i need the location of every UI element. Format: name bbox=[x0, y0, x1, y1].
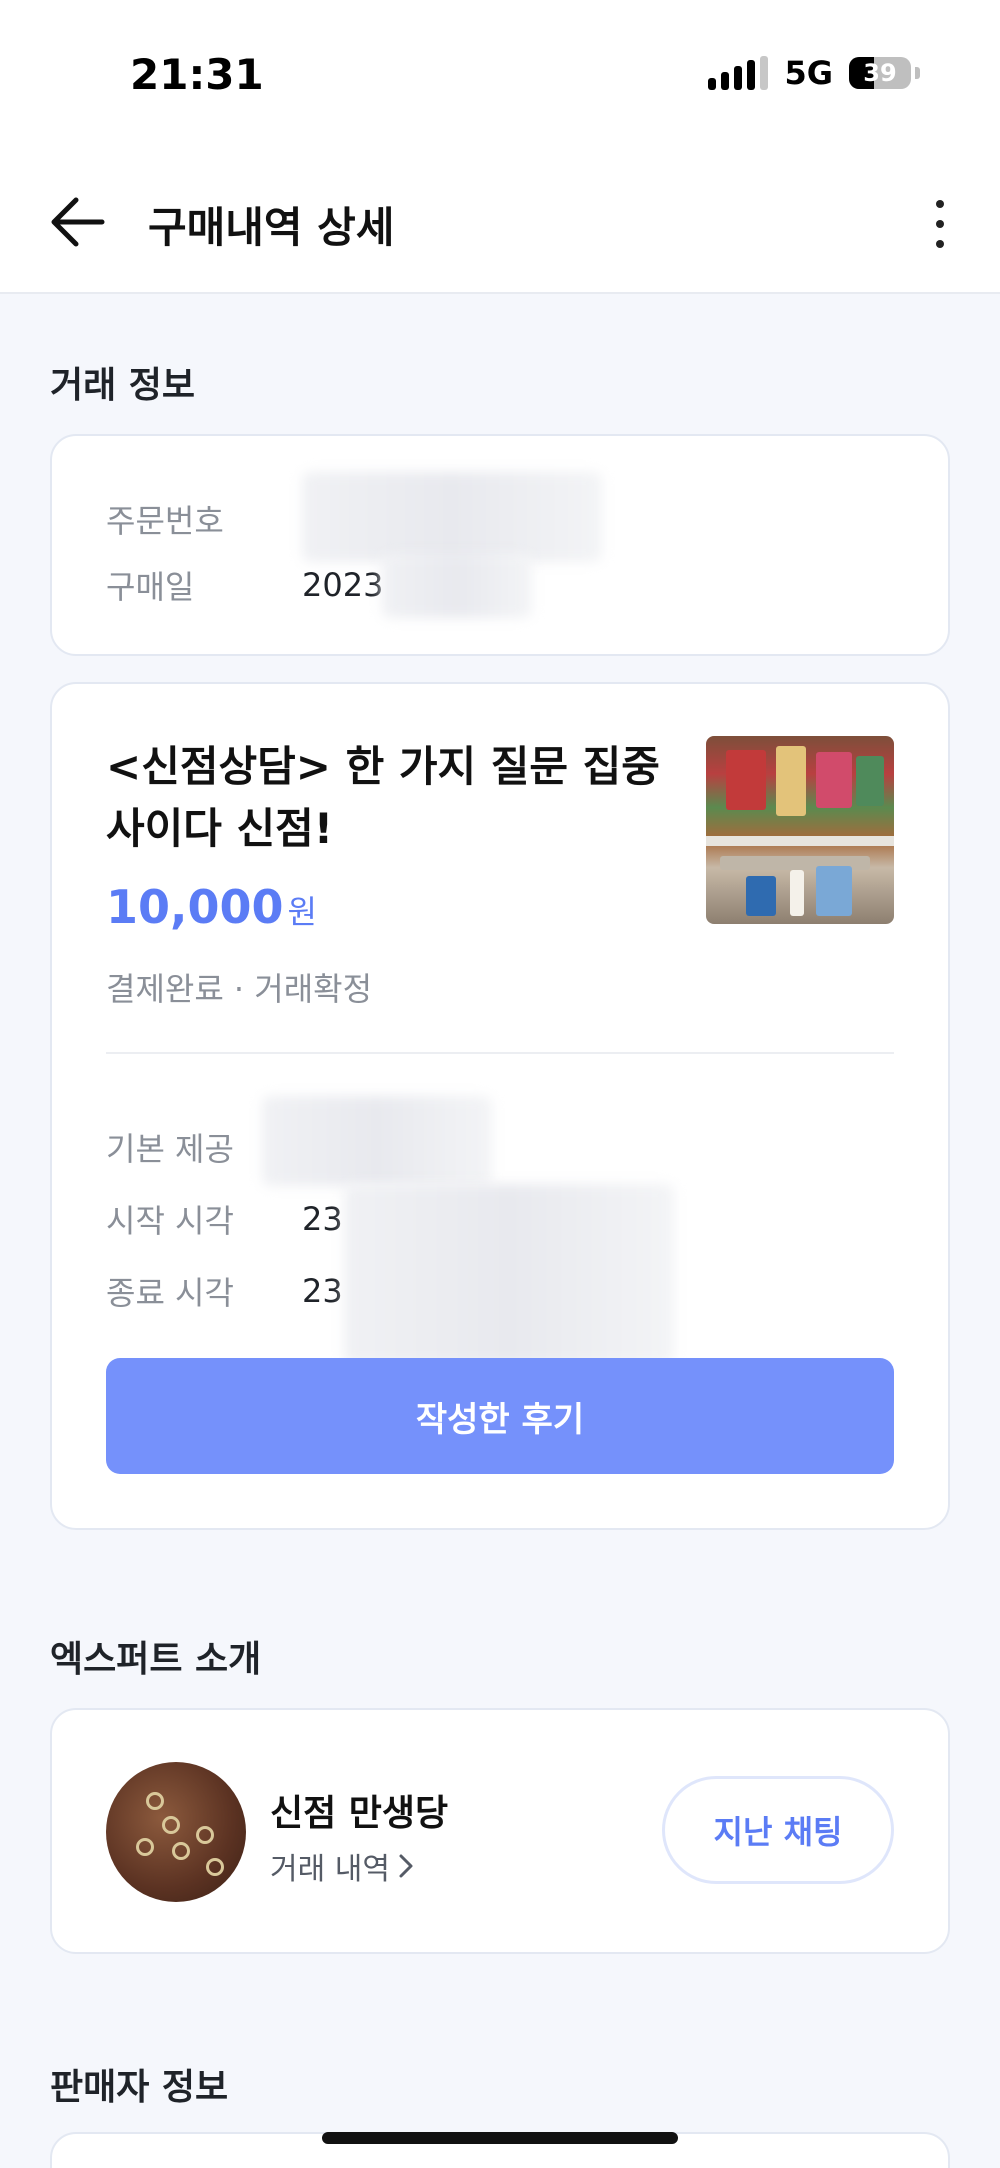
order-number-label: 주문번호 bbox=[106, 502, 224, 540]
network-type: 5G bbox=[784, 54, 833, 92]
start-time-value: 23 bbox=[302, 1200, 343, 1238]
product-title: <신점상담> 한 가지 질문 집중 사이다 신점! bbox=[106, 742, 660, 853]
expert-avatar[interactable] bbox=[106, 1762, 246, 1902]
purchase-date-value: 2023 bbox=[302, 566, 384, 604]
product-thumbnail[interactable] bbox=[706, 736, 894, 924]
basic-provision-redacted bbox=[262, 1096, 492, 1186]
order-number-redacted bbox=[302, 472, 602, 562]
transaction-info-card: 주문번호 구매일 2023 bbox=[50, 434, 950, 656]
back-arrow-icon[interactable] bbox=[46, 194, 108, 250]
app-header: 구매내역 상세 bbox=[0, 150, 1000, 294]
battery-tip bbox=[915, 67, 920, 79]
chevron-right-icon bbox=[399, 1854, 413, 1878]
product-price: 10,000 원 bbox=[106, 880, 317, 934]
page-title: 구매내역 상세 bbox=[148, 203, 395, 252]
end-time-value: 23 bbox=[302, 1272, 343, 1310]
purchase-date-row: 구매일 2023 bbox=[106, 562, 383, 608]
price-unit: 원 bbox=[287, 893, 317, 931]
product-divider bbox=[106, 1052, 894, 1054]
status-time: 21:31 bbox=[130, 50, 264, 99]
expert-section-title: 엑스퍼트 소개 bbox=[50, 1639, 262, 1680]
written-review-button[interactable]: 작성한 후기 bbox=[106, 1358, 894, 1474]
expert-name: 신점 만생당 bbox=[270, 1793, 449, 1834]
order-number-row: 주문번호 bbox=[106, 496, 302, 542]
signal-icon bbox=[708, 56, 769, 90]
transaction-section-title: 거래 정보 bbox=[50, 365, 196, 406]
time-values-redacted bbox=[344, 1184, 674, 1364]
order-status: 결제완료 · 거래확정 bbox=[106, 970, 373, 1008]
price-amount: 10,000 bbox=[106, 880, 284, 934]
start-time-row: 시작 시각 23 bbox=[106, 1196, 343, 1242]
product-card: <신점상담> 한 가지 질문 집중 사이다 신점! 10,000 원 결제완료 … bbox=[50, 682, 950, 1530]
trade-history-label: 거래 내역 bbox=[270, 1852, 390, 1887]
status-indicators: 5G 39 bbox=[708, 54, 920, 92]
end-time-row: 종료 시각 23 bbox=[106, 1268, 343, 1314]
purchase-date-label: 구매일 bbox=[106, 568, 195, 606]
battery-icon: 39 bbox=[849, 57, 911, 89]
end-time-label: 종료 시각 bbox=[106, 1274, 234, 1312]
battery-level: 39 bbox=[863, 59, 897, 87]
seller-section-title: 판매자 정보 bbox=[50, 2067, 229, 2108]
purchase-date-redacted bbox=[382, 554, 532, 618]
past-chat-button[interactable]: 지난 채팅 bbox=[662, 1776, 894, 1884]
home-indicator[interactable] bbox=[322, 2132, 678, 2144]
start-time-label: 시작 시각 bbox=[106, 1202, 234, 1240]
expert-card: 신점 만생당 거래 내역 지난 채팅 bbox=[50, 1708, 950, 1954]
trade-history-link[interactable]: 거래 내역 bbox=[270, 1844, 414, 1888]
more-menu-icon[interactable] bbox=[920, 196, 960, 252]
status-bar: 21:31 5G 39 bbox=[0, 0, 1000, 150]
